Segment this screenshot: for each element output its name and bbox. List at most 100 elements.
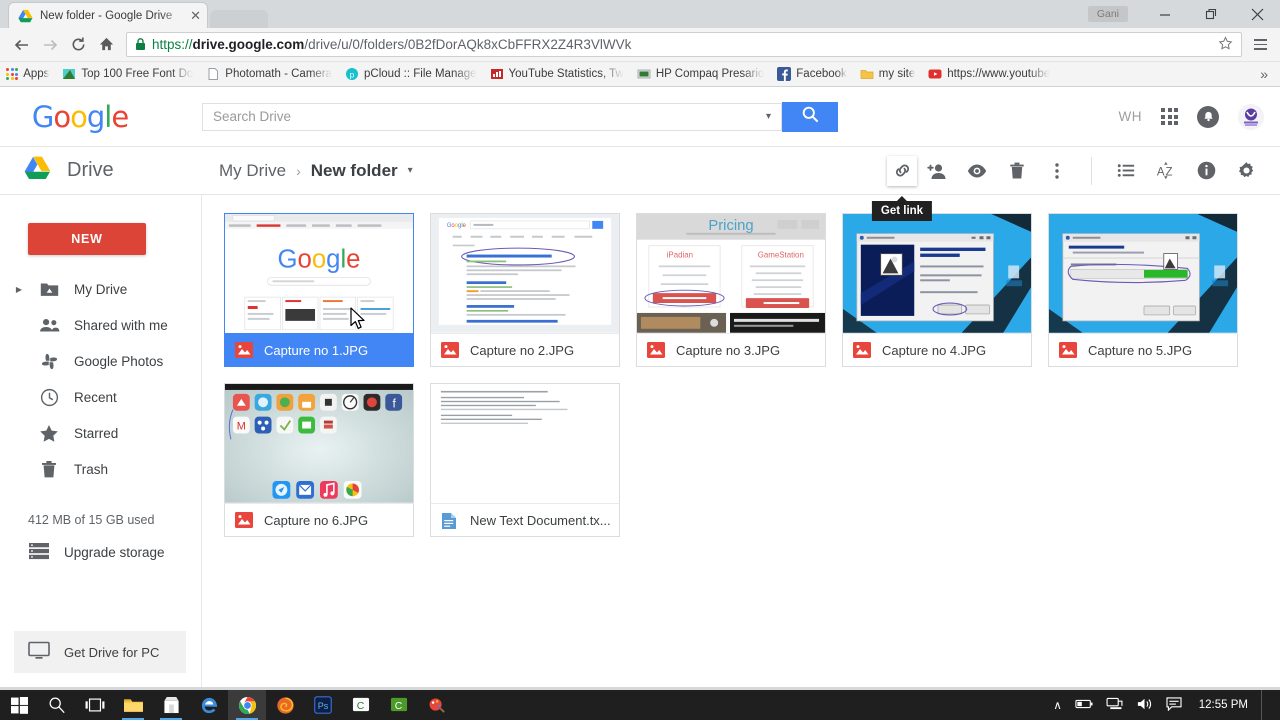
sidebar-item-recent[interactable]: Recent bbox=[0, 379, 201, 415]
address-bar[interactable]: https:// drive.google.com /drive/u/0/fol… bbox=[126, 32, 1242, 57]
breadcrumb-current[interactable]: New folder bbox=[311, 161, 398, 181]
minimize-button[interactable] bbox=[1142, 0, 1188, 28]
file-card[interactable]: Capture no 5.JPG bbox=[1048, 213, 1238, 367]
sort-button[interactable]: A Z bbox=[1146, 151, 1186, 191]
avatar[interactable] bbox=[1238, 103, 1264, 130]
remove-button[interactable] bbox=[997, 151, 1037, 191]
browser-tab-active[interactable]: New folder - Google Drive ✕ bbox=[8, 2, 208, 28]
bookmark-photomath[interactable]: Photomath - Camera bbox=[206, 67, 332, 81]
page-icon bbox=[206, 67, 220, 81]
file-card[interactable]: Google bbox=[224, 213, 414, 367]
maximize-button[interactable] bbox=[1188, 0, 1234, 28]
file-thumbnail[interactable] bbox=[1048, 213, 1238, 333]
file-explorer-button[interactable] bbox=[114, 690, 152, 720]
clock-time[interactable]: 12:55 PM bbox=[1199, 699, 1248, 711]
chevron-down-icon[interactable]: ▾ bbox=[766, 111, 771, 122]
list-view-button[interactable] bbox=[1106, 151, 1146, 191]
breadcrumb-my-drive[interactable]: My Drive bbox=[219, 161, 286, 181]
battery-icon[interactable] bbox=[1075, 698, 1093, 713]
sidebar-item-shared-with-me[interactable]: Shared with me bbox=[0, 307, 201, 343]
search-button[interactable] bbox=[782, 101, 838, 132]
bookmark-star-icon[interactable] bbox=[1218, 35, 1233, 54]
get-drive-for-pc-button[interactable]: Get Drive for PC bbox=[14, 631, 186, 673]
file-thumbnail[interactable]: Google bbox=[430, 213, 620, 333]
bookmarks-overflow-button[interactable]: » bbox=[1260, 66, 1274, 82]
camtasia-recorder-button[interactable]: C bbox=[380, 690, 418, 720]
profile-chip[interactable]: Gani bbox=[1087, 6, 1128, 22]
home-button[interactable] bbox=[92, 31, 120, 59]
action-center-icon[interactable] bbox=[1166, 696, 1182, 714]
network-icon[interactable] bbox=[1106, 697, 1123, 713]
file-thumbnail[interactable] bbox=[842, 213, 1032, 333]
reload-button[interactable] bbox=[64, 31, 92, 59]
bookmark-youtube-statistics[interactable]: YouTube Statistics, Tw bbox=[490, 67, 624, 81]
photoshop-button[interactable]: Ps bbox=[304, 690, 342, 720]
file-label[interactable]: Capture no 2.JPG bbox=[430, 333, 620, 367]
get-link-button[interactable]: Get link bbox=[871, 155, 933, 221]
apps-grid-icon[interactable] bbox=[1161, 108, 1178, 125]
file-thumbnail[interactable] bbox=[430, 383, 620, 503]
store-button[interactable] bbox=[152, 690, 190, 720]
chevron-up-icon[interactable]: ∧ bbox=[1053, 698, 1061, 712]
bookmark-apps[interactable]: Apps bbox=[6, 67, 49, 81]
notifications-icon[interactable] bbox=[1197, 105, 1219, 128]
file-card[interactable]: f M Capture no 6.JPG bbox=[224, 383, 414, 537]
preview-button[interactable] bbox=[957, 151, 997, 191]
bookmark-hp-compaq-presario[interactable]: HP Compaq Presario bbox=[637, 67, 764, 81]
window-controls: Gani bbox=[1087, 0, 1280, 28]
file-label[interactable]: Capture no 5.JPG bbox=[1048, 333, 1238, 367]
upgrade-storage-link[interactable]: Upgrade storage bbox=[0, 533, 201, 571]
close-button[interactable] bbox=[1234, 0, 1280, 28]
start-button[interactable] bbox=[0, 690, 38, 720]
new-tab-button[interactable] bbox=[210, 10, 268, 28]
more-actions-button[interactable] bbox=[1037, 151, 1077, 191]
file-label[interactable]: Capture no 4.JPG bbox=[842, 333, 1032, 367]
file-thumbnail[interactable]: Google bbox=[224, 213, 414, 333]
file-grid: Google Capture no 1.JPG Google Capture n… bbox=[224, 213, 1280, 537]
sidebar-item-trash[interactable]: Trash bbox=[0, 451, 201, 487]
svg-text:Ps: Ps bbox=[318, 701, 329, 711]
search-icon bbox=[801, 105, 820, 129]
file-card[interactable]: Pricing iPadian GameStation Capture no 3… bbox=[636, 213, 826, 367]
back-button[interactable] bbox=[8, 31, 36, 59]
add-people-button[interactable] bbox=[917, 151, 957, 191]
file-card[interactable]: Capture no 4.JPG bbox=[842, 213, 1032, 367]
file-card[interactable]: Google bbox=[430, 213, 620, 367]
bookmark-facebook[interactable]: Facebook bbox=[777, 67, 847, 81]
file-grid-area: Google Capture no 1.JPG Google Capture n… bbox=[202, 195, 1280, 687]
firefox-button[interactable] bbox=[266, 690, 304, 720]
bookmark-pcloud[interactable]: p pCloud :: File Manage bbox=[345, 67, 477, 81]
close-icon[interactable]: ✕ bbox=[190, 9, 201, 22]
file-label[interactable]: Capture no 3.JPG bbox=[636, 333, 826, 367]
settings-button[interactable] bbox=[1226, 151, 1266, 191]
file-label[interactable]: New Text Document.tx... bbox=[430, 503, 620, 537]
bookmark-my-site[interactable]: my site bbox=[860, 67, 915, 81]
volume-icon[interactable] bbox=[1136, 697, 1153, 714]
chrome-button[interactable] bbox=[228, 690, 266, 720]
chrome-menu-button[interactable] bbox=[1248, 39, 1272, 50]
file-thumbnail[interactable]: f M bbox=[224, 383, 414, 503]
file-label[interactable]: Capture no 1.JPG bbox=[224, 333, 414, 367]
chevron-right-icon[interactable]: ▶ bbox=[14, 285, 24, 294]
file-thumbnail[interactable]: Pricing iPadian GameStation bbox=[636, 213, 826, 333]
camtasia-studio-button[interactable]: C bbox=[342, 690, 380, 720]
show-desktop-button[interactable] bbox=[1261, 690, 1268, 720]
chevron-down-icon[interactable]: ▾ bbox=[408, 165, 413, 176]
bookmark-top-100-free-font[interactable]: Top 100 Free Font Do bbox=[62, 67, 193, 81]
bookmark-youtube[interactable]: https://www.youtube bbox=[928, 67, 1050, 81]
sidebar-item-google-photos[interactable]: Google Photos bbox=[0, 343, 201, 379]
paint-button[interactable] bbox=[418, 690, 456, 720]
edge-button[interactable] bbox=[190, 690, 228, 720]
file-card[interactable]: New Text Document.tx... bbox=[430, 383, 620, 537]
details-button[interactable] bbox=[1186, 151, 1226, 191]
search-input[interactable]: Search Drive ▾ bbox=[202, 102, 782, 131]
sidebar-item-starred[interactable]: Starred bbox=[0, 415, 201, 451]
task-view-button[interactable] bbox=[76, 690, 114, 720]
search-taskbar-button[interactable] bbox=[38, 690, 76, 720]
drive-brand[interactable]: Drive bbox=[0, 156, 160, 185]
sidebar-item-my-drive[interactable]: ▶ My Drive bbox=[0, 271, 201, 307]
forward-button[interactable] bbox=[36, 31, 64, 59]
new-button[interactable]: NEW bbox=[28, 223, 146, 255]
drive-toolbar: Drive My Drive › New folder ▾ Get link A… bbox=[0, 147, 1280, 221]
file-label[interactable]: Capture no 6.JPG bbox=[224, 503, 414, 537]
